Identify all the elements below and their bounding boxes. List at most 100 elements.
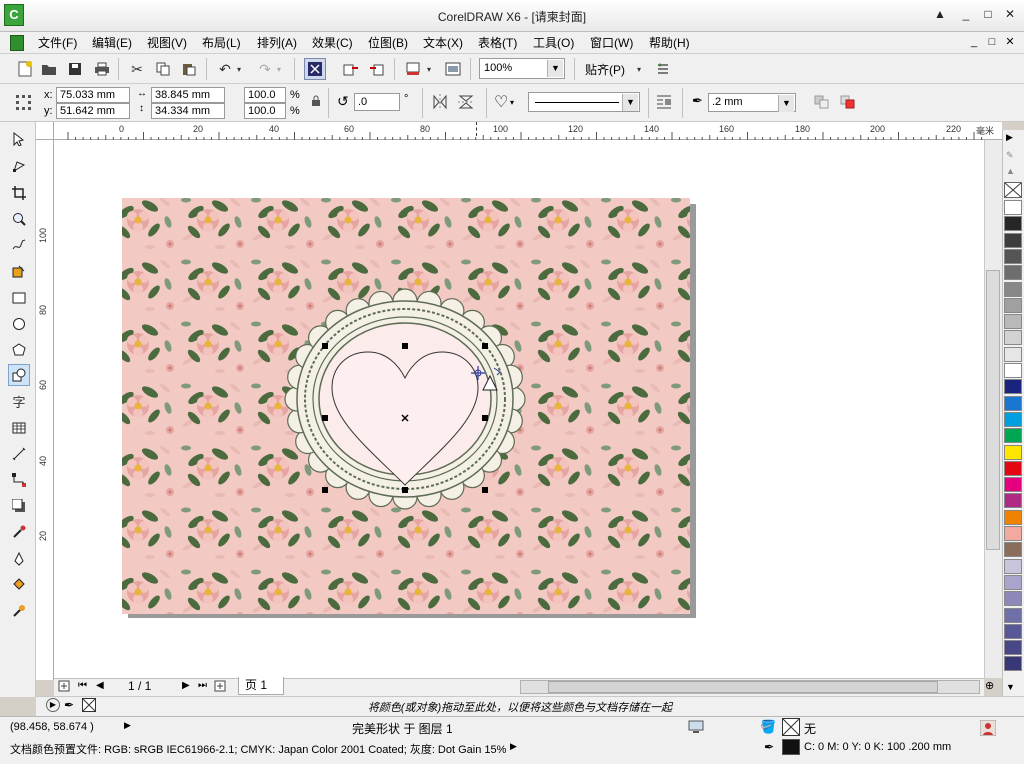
palette-color-swatch[interactable]	[1004, 493, 1022, 509]
doc-close-button[interactable]: ✕	[1002, 34, 1018, 50]
doc-minimize-button[interactable]: _	[966, 34, 982, 50]
chevron-down-icon[interactable]: ▼	[547, 60, 563, 77]
table-tool-icon[interactable]	[8, 417, 30, 439]
object-origin-icon[interactable]	[16, 95, 32, 114]
menu-edit[interactable]: 编辑(E)	[92, 35, 132, 51]
palette-color-swatch[interactable]	[1004, 265, 1022, 281]
launcher-dropdown-icon[interactable]: ▾	[422, 58, 436, 80]
y-position-field[interactable]: 51.642 mm	[56, 103, 130, 119]
palette-color-swatch[interactable]	[1004, 640, 1022, 656]
last-page-icon[interactable]: ⏭	[198, 680, 207, 691]
chevron-down-icon[interactable]: ▼	[622, 94, 638, 111]
fill-none-swatch[interactable]	[782, 718, 800, 736]
pick-tool-icon[interactable]	[8, 128, 30, 150]
palette-color-swatch[interactable]	[1004, 395, 1022, 411]
shape-dropdown-icon[interactable]: ▾	[510, 98, 514, 107]
document-icon[interactable]	[10, 35, 24, 51]
line-style-selector[interactable]: ▼	[528, 92, 640, 112]
redo-dropdown-icon[interactable]: ▾	[272, 58, 286, 80]
welcome-screen-icon[interactable]	[442, 58, 464, 80]
maximize-button[interactable]: □	[978, 5, 998, 23]
palette-color-swatch[interactable]	[1004, 428, 1022, 444]
menu-file[interactable]: 文件(F)	[38, 35, 77, 51]
save-icon[interactable]	[64, 58, 86, 80]
palette-color-swatch[interactable]	[1004, 607, 1022, 623]
menu-window[interactable]: 窗口(W)	[590, 35, 633, 51]
menu-help[interactable]: 帮助(H)	[649, 35, 690, 51]
menu-effects[interactable]: 效果(C)	[312, 35, 353, 51]
menu-text[interactable]: 文本(X)	[423, 35, 463, 51]
eyedropper-tool-icon[interactable]	[8, 521, 30, 543]
add-page-before-icon[interactable]	[58, 680, 70, 695]
ribbon-toggle-icon[interactable]: ▲	[930, 5, 950, 23]
vertical-scroll-thumb[interactable]	[986, 270, 1000, 550]
selection-handles[interactable]	[318, 340, 494, 500]
palette-color-swatch[interactable]	[1004, 363, 1022, 378]
menu-arrange[interactable]: 排列(A)	[257, 35, 297, 51]
chevron-down-icon[interactable]: ▼	[778, 95, 794, 112]
no-fill-swatch[interactable]	[82, 698, 96, 712]
drop-shadow-tool-icon[interactable]	[8, 495, 30, 517]
vertical-ruler[interactable]	[36, 140, 54, 680]
palette-menu-icon[interactable]: ▶	[46, 698, 60, 712]
text-wrap-icon[interactable]	[656, 94, 672, 113]
menu-table[interactable]: 表格(T)	[478, 35, 517, 51]
palette-color-swatch[interactable]	[1004, 558, 1022, 574]
heart-shape-icon[interactable]: ♡	[494, 92, 508, 112]
freehand-tool-icon[interactable]	[8, 234, 30, 256]
close-button[interactable]: ✕	[1000, 5, 1020, 23]
text-tool-icon[interactable]: 字	[8, 390, 30, 412]
palette-color-swatch[interactable]	[1004, 509, 1022, 525]
smart-fill-tool-icon[interactable]	[8, 260, 30, 282]
rectangle-tool-icon[interactable]	[8, 287, 30, 309]
outline-pen-tool-icon[interactable]	[8, 548, 30, 570]
polygon-tool-icon[interactable]	[8, 339, 30, 361]
options-icon[interactable]	[652, 58, 674, 80]
palette-color-swatch[interactable]	[1004, 656, 1022, 672]
shape-tool-icon[interactable]	[8, 155, 30, 177]
application-launcher-icon[interactable]	[402, 58, 424, 80]
add-page-after-icon[interactable]	[214, 680, 226, 695]
to-back-icon[interactable]	[814, 95, 830, 112]
palette-color-swatch[interactable]	[1004, 460, 1022, 476]
print-icon[interactable]	[91, 58, 113, 80]
palette-scroll-down-icon[interactable]: ▼	[1006, 682, 1015, 692]
palette-color-swatch[interactable]	[1004, 411, 1022, 427]
basic-shapes-tool-icon[interactable]	[8, 364, 30, 386]
cut-icon[interactable]: ✂	[126, 58, 148, 80]
no-color-swatch[interactable]	[1004, 182, 1022, 198]
navigator-icon[interactable]: ⊕	[985, 679, 994, 692]
fill-tool-icon[interactable]	[8, 574, 30, 596]
new-document-icon[interactable]	[14, 58, 36, 80]
palette-color-swatch[interactable]	[1004, 591, 1022, 607]
palette-color-swatch[interactable]	[1004, 542, 1022, 558]
palette-color-swatch[interactable]	[1004, 574, 1022, 590]
palette-scroll-up-icon[interactable]: ▶	[1006, 132, 1013, 143]
user-avatar-icon[interactable]	[979, 719, 997, 739]
palette-color-swatch[interactable]	[1004, 477, 1022, 493]
width-field[interactable]: 38.845 mm	[151, 87, 225, 103]
dimension-tool-icon[interactable]	[8, 443, 30, 465]
palette-color-swatch[interactable]	[1004, 216, 1022, 232]
paste-icon[interactable]	[178, 58, 200, 80]
palette-color-swatch[interactable]	[1004, 314, 1022, 330]
palette-color-swatch[interactable]	[1004, 444, 1022, 460]
palette-color-swatch[interactable]	[1004, 248, 1022, 264]
x-position-field[interactable]: 75.033 mm	[56, 87, 130, 103]
snap-dropdown-icon[interactable]: ▾	[632, 58, 646, 80]
import-icon[interactable]	[340, 58, 362, 80]
palette-color-swatch[interactable]	[1004, 200, 1022, 215]
eyedropper-icon[interactable]: ✒	[64, 698, 74, 712]
palette-color-swatch[interactable]	[1004, 232, 1022, 248]
palette-color-swatch[interactable]	[1004, 297, 1022, 313]
palette-options-icon[interactable]: ▲	[1006, 166, 1015, 176]
scale-width-field[interactable]: 100.0	[244, 87, 286, 103]
outline-color-swatch[interactable]	[782, 739, 800, 755]
menu-bitmaps[interactable]: 位图(B)	[368, 35, 408, 51]
mirror-vertical-icon[interactable]	[458, 94, 474, 113]
palette-color-swatch[interactable]	[1004, 379, 1022, 395]
rotation-angle-field[interactable]: .0	[354, 93, 400, 111]
menu-layout[interactable]: 布局(L)	[202, 35, 241, 51]
ruler-origin[interactable]	[36, 122, 54, 140]
undo-dropdown-icon[interactable]: ▾	[232, 58, 246, 80]
